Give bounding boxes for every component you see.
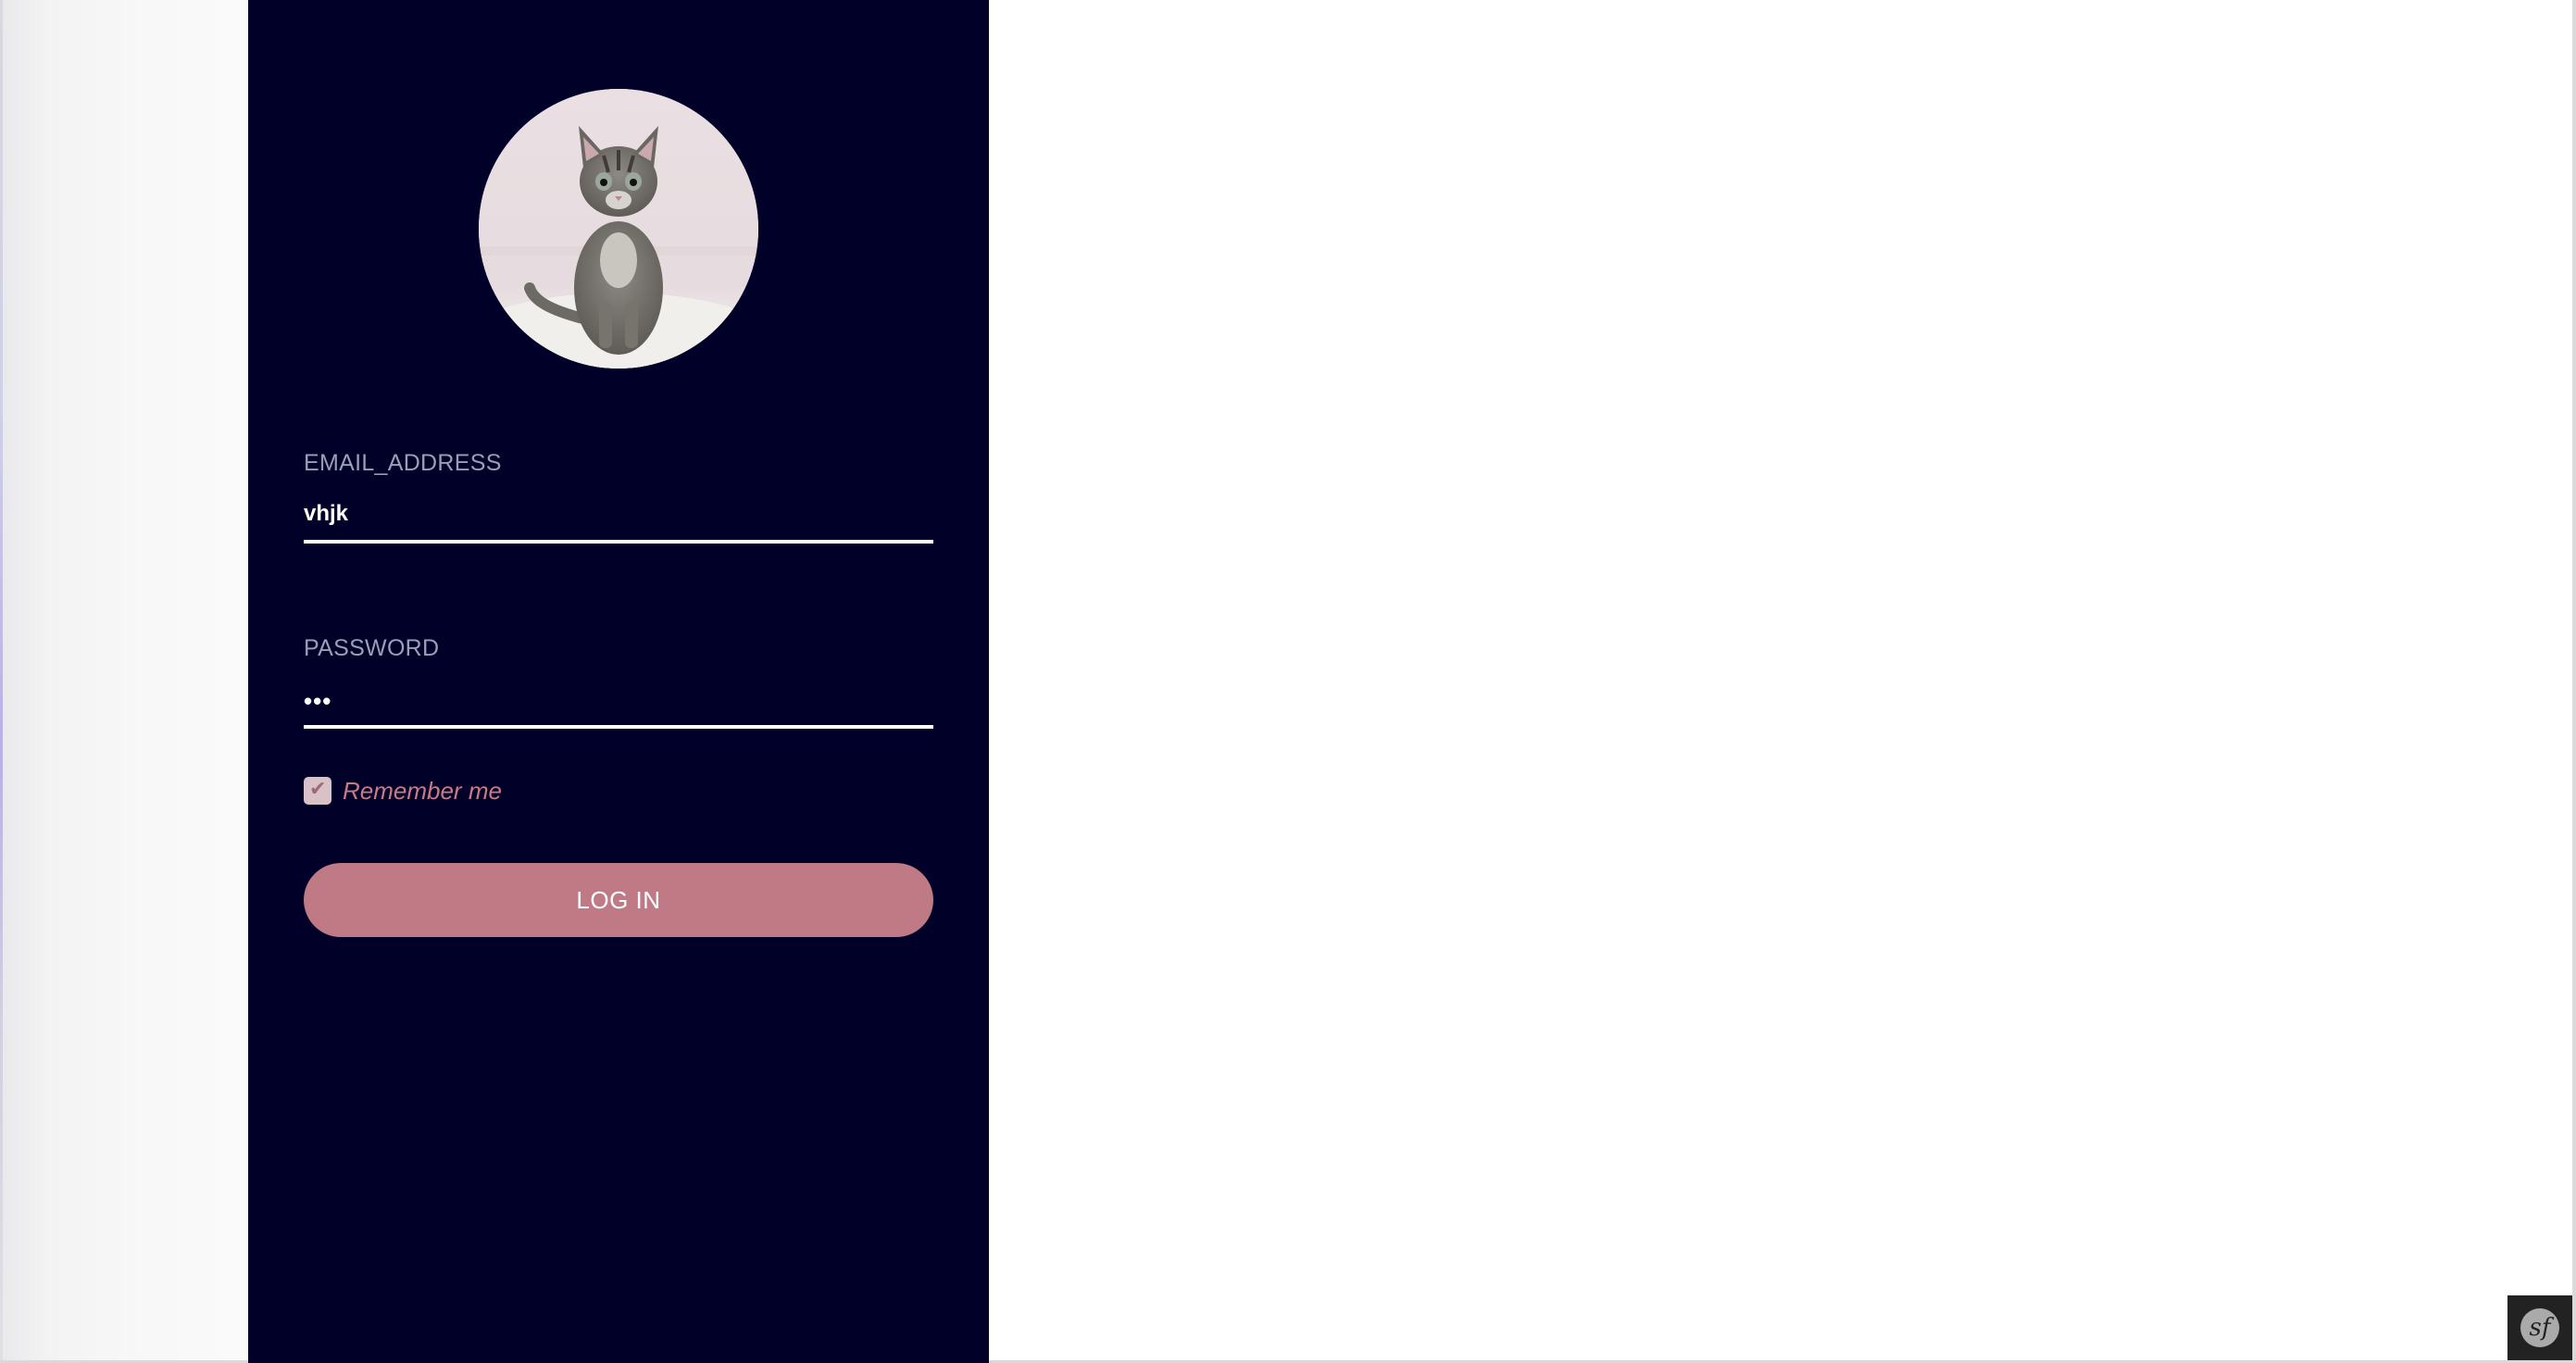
email-field[interactable] [304,488,933,544]
page: EMAIL_ADDRESS PASSWORD ••• ✔ Remember me… [0,0,2576,1363]
login-panel: EMAIL_ADDRESS PASSWORD ••• ✔ Remember me… [248,0,989,1363]
remember-me-label[interactable]: Remember me [343,777,502,806]
symfony-logo-icon: sf [2520,1308,2559,1347]
kitten-avatar-image [479,89,758,369]
password-field[interactable]: ••• [304,673,933,729]
avatar [479,89,758,369]
window-right-edge [2572,0,2576,1363]
password-label: PASSWORD [304,635,440,661]
debug-toolbar-toggle[interactable]: sf [2507,1295,2572,1360]
login-button[interactable]: LOG IN [304,863,933,937]
page-left-margin [0,0,248,1363]
window-left-edge [0,0,3,1363]
checkmark-icon: ✔ [309,778,327,801]
remember-me-checkbox[interactable]: ✔ [304,777,331,805]
email-label: EMAIL_ADDRESS [304,450,502,476]
remember-me[interactable]: ✔ Remember me [304,775,502,807]
